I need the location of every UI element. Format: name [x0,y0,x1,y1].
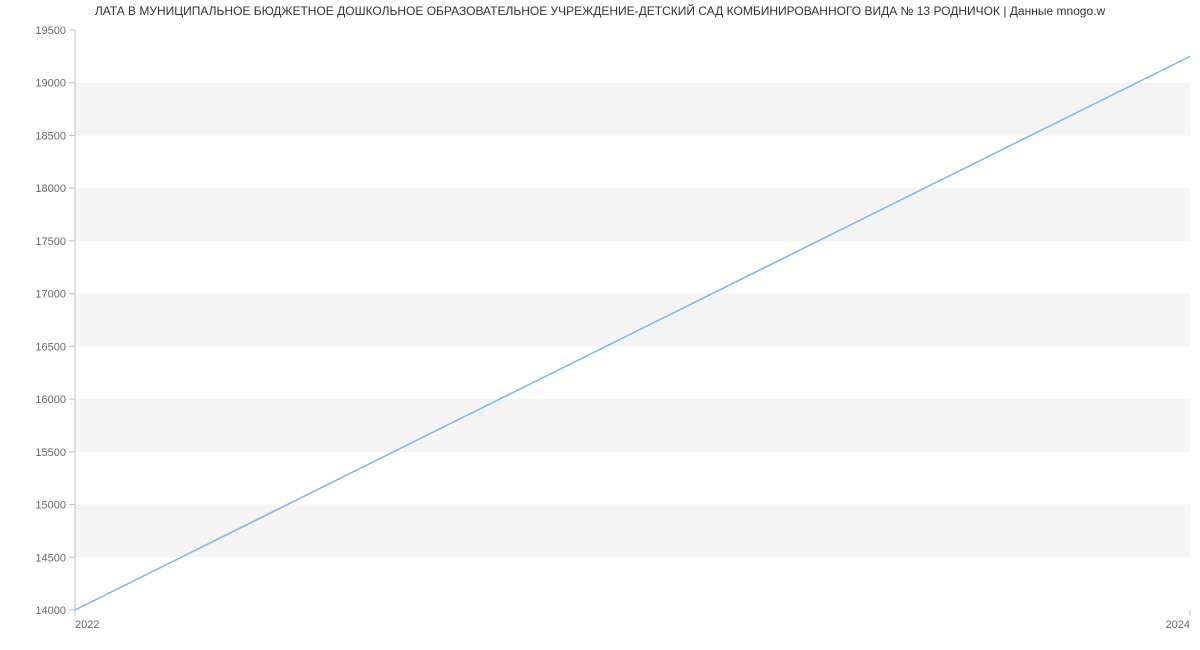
chart-area: 14000 14500 15000 15500 16000 16500 17000 17500… [0,20,1200,640]
y-tick-label: 18000 [35,183,66,195]
grid-band [75,346,1190,399]
y-tick-label: 14000 [35,605,66,617]
y-tick-label: 14500 [35,552,66,564]
y-tick-label: 19000 [35,78,66,90]
chart-title: ЛАТА В МУНИЦИПАЛЬНОЕ БЮДЖЕТНОЕ ДОШКОЛЬНО… [0,0,1200,20]
grid-band [75,188,1190,241]
chart-svg: 14000 14500 15000 15500 16000 16500 17000 17500… [0,20,1200,640]
y-tick-label: 17000 [35,289,66,301]
y-tick-label: 17500 [35,236,66,248]
y-tick-label: 19500 [35,25,66,37]
y-tick-label: 15000 [35,500,66,512]
grid-band [75,135,1190,188]
y-tick-label: 16500 [35,341,66,353]
grid-band [75,399,1190,452]
grid-band [75,294,1190,347]
grid-band [75,241,1190,294]
x-tick-label: 2024 [1166,619,1190,631]
y-tick-label: 15500 [35,447,66,459]
x-tick-label: 2022 [75,619,99,631]
grid-band [75,557,1190,610]
grid-band [75,452,1190,505]
grid-band [75,83,1190,136]
grid-band [75,505,1190,558]
grid-band [75,30,1190,83]
y-tick-label: 18500 [35,130,66,142]
y-tick-label: 16000 [35,394,66,406]
